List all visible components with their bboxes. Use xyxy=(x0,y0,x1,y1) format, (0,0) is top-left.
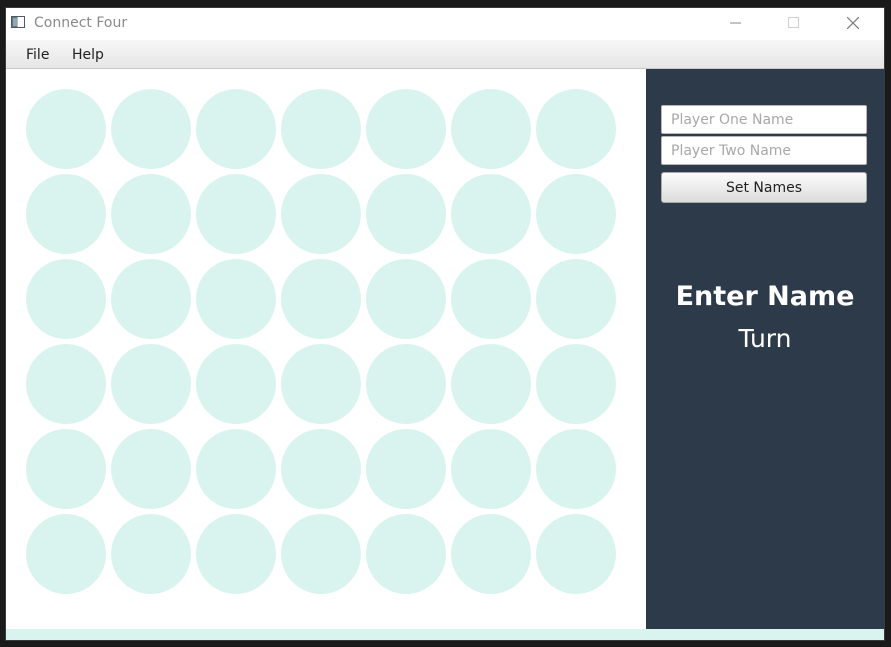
board-cell-r4-c5[interactable] xyxy=(366,344,446,424)
player-two-name-input[interactable] xyxy=(661,136,867,165)
board-cell-r3-c3[interactable] xyxy=(196,259,276,339)
game-board xyxy=(6,69,646,629)
board-cell-r3-c2[interactable] xyxy=(111,259,191,339)
board-cell-r4-c2[interactable] xyxy=(111,344,191,424)
window-title: Connect Four xyxy=(34,15,128,31)
minimize-icon xyxy=(730,22,741,24)
board-cell-r2-c7[interactable] xyxy=(536,174,616,254)
board-cell-r3-c4[interactable] xyxy=(281,259,361,339)
board-cell-r1-c4[interactable] xyxy=(281,89,361,169)
board-cell-r5-c6[interactable] xyxy=(451,429,531,509)
board-cell-r5-c4[interactable] xyxy=(281,429,361,509)
board-cell-r5-c7[interactable] xyxy=(536,429,616,509)
menu-file[interactable]: File xyxy=(26,47,49,63)
board-cell-r1-c5[interactable] xyxy=(366,89,446,169)
board-cell-r6-c5[interactable] xyxy=(366,514,446,594)
board-cell-r2-c3[interactable] xyxy=(196,174,276,254)
board-cell-r5-c3[interactable] xyxy=(196,429,276,509)
title-bar[interactable]: Connect Four xyxy=(6,8,884,40)
board-cell-r4-c6[interactable] xyxy=(451,344,531,424)
board-cell-r6-c4[interactable] xyxy=(281,514,361,594)
side-panel: Set Names Enter Name Turn xyxy=(646,69,884,629)
menu-help[interactable]: Help xyxy=(72,47,104,63)
board-cell-r6-c2[interactable] xyxy=(111,514,191,594)
board-cell-r3-c5[interactable] xyxy=(366,259,446,339)
board-cell-r4-c1[interactable] xyxy=(26,344,106,424)
board-cell-r5-c2[interactable] xyxy=(111,429,191,509)
board-cell-r1-c7[interactable] xyxy=(536,89,616,169)
board-cell-r5-c1[interactable] xyxy=(26,429,106,509)
board-cell-r1-c3[interactable] xyxy=(196,89,276,169)
board-cell-r3-c1[interactable] xyxy=(26,259,106,339)
board-cell-r3-c6[interactable] xyxy=(451,259,531,339)
set-names-button[interactable]: Set Names xyxy=(661,172,867,203)
board-cell-r2-c6[interactable] xyxy=(451,174,531,254)
maximize-button[interactable] xyxy=(771,8,817,38)
board-cell-r2-c4[interactable] xyxy=(281,174,361,254)
board-cell-r2-c5[interactable] xyxy=(366,174,446,254)
close-icon xyxy=(847,17,859,29)
board-cell-r6-c3[interactable] xyxy=(196,514,276,594)
board-cell-r1-c1[interactable] xyxy=(26,89,106,169)
board-cell-r6-c7[interactable] xyxy=(536,514,616,594)
player-one-name-input[interactable] xyxy=(661,105,867,134)
board-cell-r6-c6[interactable] xyxy=(451,514,531,594)
board-cell-r4-c7[interactable] xyxy=(536,344,616,424)
board-cell-r6-c1[interactable] xyxy=(26,514,106,594)
board-cell-r4-c4[interactable] xyxy=(281,344,361,424)
board-cell-r3-c7[interactable] xyxy=(536,259,616,339)
current-player-label: Enter Name xyxy=(675,281,855,312)
board-cell-r5-c5[interactable] xyxy=(366,429,446,509)
app-window: Connect Four File Help Set Names Enter N… xyxy=(6,8,884,640)
board-cell-r2-c1[interactable] xyxy=(26,174,106,254)
board-cell-r4-c3[interactable] xyxy=(196,344,276,424)
app-icon xyxy=(11,16,25,28)
turn-label: Turn xyxy=(738,324,792,353)
board-cell-r2-c2[interactable] xyxy=(111,174,191,254)
board-cell-r1-c6[interactable] xyxy=(451,89,531,169)
bottom-strip xyxy=(6,629,884,640)
minimize-button[interactable] xyxy=(713,8,759,38)
menu-bar: File Help xyxy=(6,40,884,69)
maximize-icon xyxy=(788,17,799,28)
board-cell-r1-c2[interactable] xyxy=(111,89,191,169)
close-button[interactable] xyxy=(830,8,876,38)
